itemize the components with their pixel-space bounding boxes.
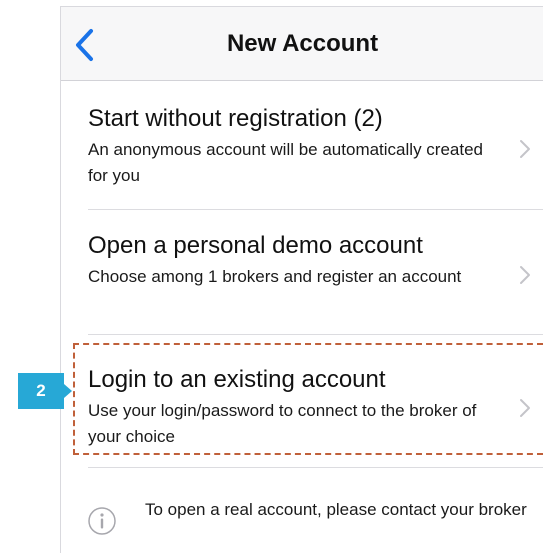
screenshot-page: New Account Start without registration (… bbox=[0, 0, 543, 553]
option-login-existing-account[interactable]: Login to an existing account Use your lo… bbox=[61, 335, 543, 467]
navigation-bar: New Account bbox=[61, 7, 543, 81]
page-title: New Account bbox=[226, 30, 379, 57]
chevron-right-icon bbox=[520, 266, 530, 284]
info-icon bbox=[88, 507, 116, 535]
option-title: Open a personal demo account bbox=[88, 232, 423, 259]
app-screen: New Account Start without registration (… bbox=[60, 6, 543, 553]
option-start-without-registration[interactable]: Start without registration (2) An anonym… bbox=[61, 81, 543, 209]
option-subtitle: Use your login/password to connect to th… bbox=[88, 401, 477, 446]
option-subtitle: An anonymous account will be automatical… bbox=[88, 140, 483, 185]
option-open-demo-account[interactable]: Open a personal demo account Choose amon… bbox=[61, 210, 543, 334]
chevron-right-icon bbox=[520, 140, 530, 158]
info-text: To open a real account, please contact y… bbox=[145, 500, 527, 519]
step-badge-pointer bbox=[64, 384, 72, 398]
option-title: Login to an existing account bbox=[88, 366, 386, 393]
info-message: To open a real account, please contact y… bbox=[61, 468, 543, 553]
option-subtitle: Choose among 1 brokers and register an a… bbox=[88, 267, 462, 286]
step-badge: 2 bbox=[18, 373, 64, 409]
option-title: Start without registration (2) bbox=[88, 105, 383, 132]
chevron-right-icon bbox=[520, 399, 530, 417]
